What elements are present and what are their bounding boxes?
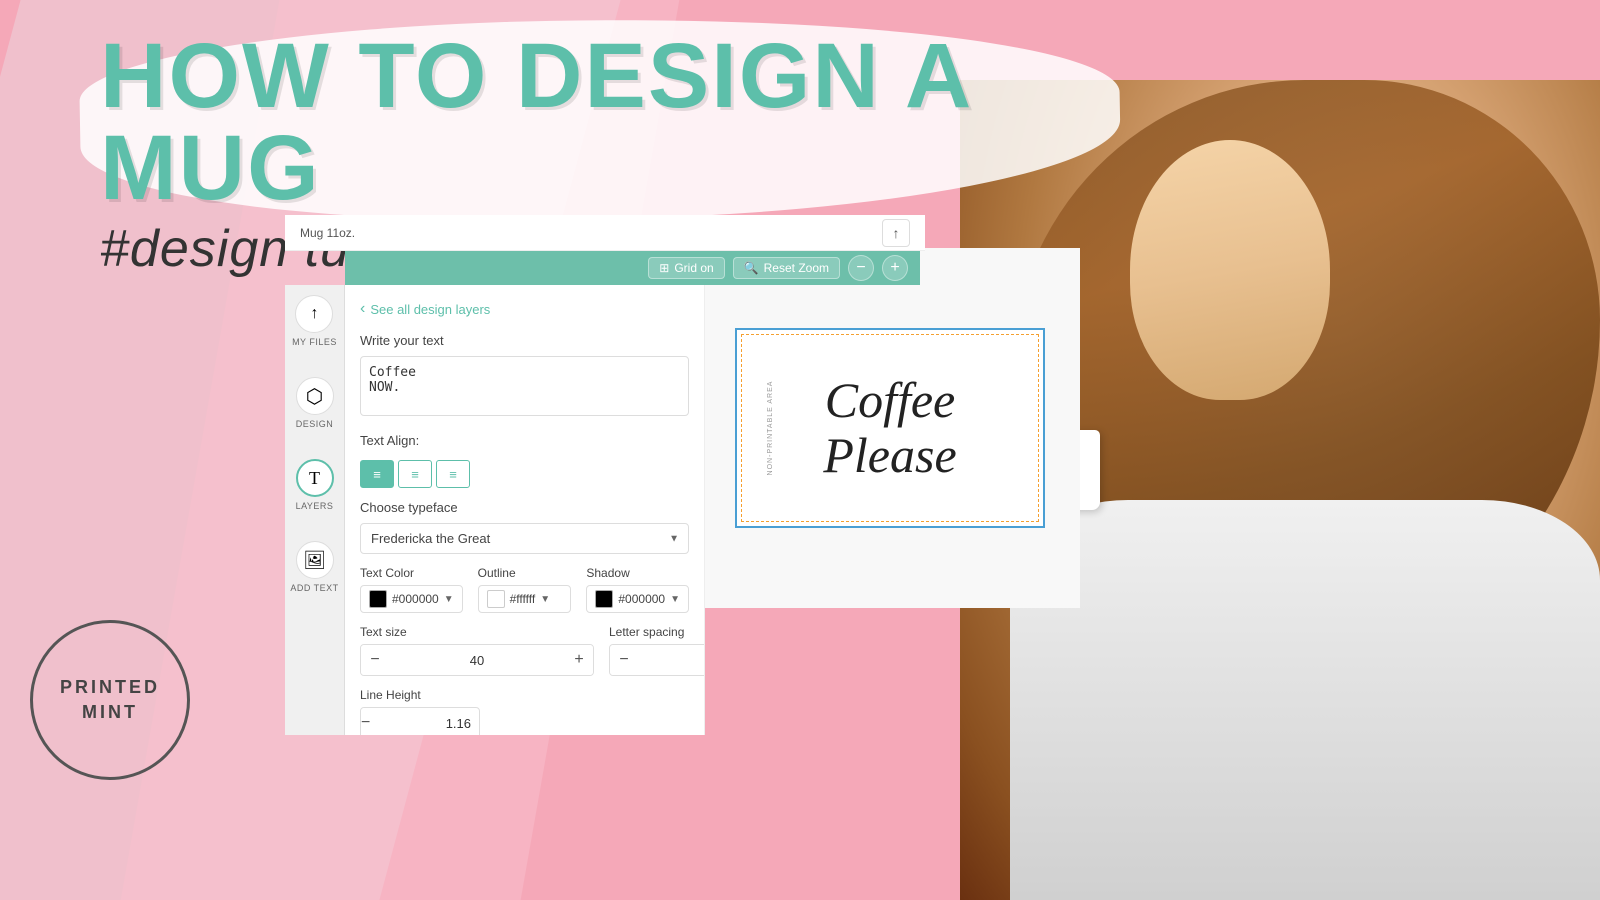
size-row: Text size − + Letter spacing − + bbox=[360, 625, 689, 676]
sidebar-section-layers[interactable]: T LAYERS bbox=[296, 459, 334, 511]
align-left-button[interactable]: ≡ bbox=[360, 460, 394, 488]
typeface-select-wrapper: Fredericka the Great bbox=[360, 523, 689, 554]
typeface-select[interactable]: Fredericka the Great bbox=[360, 523, 689, 554]
sidebar-label-addtext: ADD TEXT bbox=[290, 583, 338, 593]
face-shape bbox=[1130, 140, 1330, 400]
panel-toolbar: ⊞ Grid on 🔍 Reset Zoom − + bbox=[345, 251, 920, 285]
logo-circle: PRINTED MINT bbox=[30, 620, 190, 780]
reset-zoom-button[interactable]: 🔍 Reset Zoom bbox=[733, 257, 840, 279]
product-name: Mug 11oz. bbox=[300, 226, 355, 240]
text-size-label: Text size bbox=[360, 625, 594, 639]
line-height-decrease-button[interactable]: − bbox=[361, 708, 370, 735]
shadow-color-selector[interactable]: #000000 ▼ bbox=[586, 585, 689, 613]
align-label: Text Align: bbox=[360, 433, 689, 448]
shadow-label: Shadow bbox=[586, 566, 689, 580]
letter-spacing-stepper: − + bbox=[609, 644, 705, 676]
write-text-label: Write your text bbox=[360, 333, 689, 348]
sidebar-section-addtext[interactable]: 🖼 ADD TEXT bbox=[290, 541, 338, 593]
mug-design-container: NON-PRINTABLE AREA Coffee Please bbox=[735, 328, 1045, 528]
shadow-color-swatch bbox=[595, 590, 613, 608]
search-icon: 🔍 bbox=[744, 261, 759, 275]
outline-dropdown-icon: ▼ bbox=[540, 594, 550, 605]
grid-icon: ⊞ bbox=[659, 261, 669, 275]
jacket-shape bbox=[1010, 500, 1600, 900]
zoom-in-button[interactable]: + bbox=[882, 255, 908, 281]
outline-color-value: #ffffff bbox=[510, 592, 536, 606]
text-input[interactable]: Coffee NOW. bbox=[360, 356, 689, 416]
text-size-stepper: − + bbox=[360, 644, 594, 676]
shadow-color-value: #000000 bbox=[618, 592, 665, 606]
design-icon[interactable]: ⬡ bbox=[296, 377, 334, 415]
mug-design-box[interactable]: NON-PRINTABLE AREA Coffee Please bbox=[735, 328, 1045, 528]
back-arrow-icon: ‹ bbox=[360, 300, 365, 318]
layers-icon[interactable]: T bbox=[296, 459, 334, 497]
line-height-stepper: − + bbox=[360, 707, 480, 735]
text-size-increase-button[interactable]: + bbox=[565, 645, 593, 675]
text-color-label: Text Color bbox=[360, 566, 463, 580]
letter-spacing-input[interactable] bbox=[638, 653, 705, 668]
align-center-button[interactable]: ≡ bbox=[398, 460, 432, 488]
text-color-swatch bbox=[369, 590, 387, 608]
grid-on-button[interactable]: ⊞ Grid on bbox=[648, 257, 724, 279]
left-sidebar: ↑ MY FILES ⬡ DESIGN T LAYERS 🖼 ADD TEXT bbox=[285, 285, 345, 735]
zoom-out-button[interactable]: − bbox=[848, 255, 874, 281]
mug-text-line1: Coffee bbox=[823, 373, 956, 428]
typeface-label: Choose typeface bbox=[360, 500, 689, 515]
text-color-value: #000000 bbox=[392, 592, 439, 606]
line-height-input[interactable] bbox=[370, 716, 480, 731]
letter-spacing-decrease-button[interactable]: − bbox=[610, 645, 638, 675]
outline-color-swatch bbox=[487, 590, 505, 608]
shadow-color-group: Shadow #000000 ▼ bbox=[586, 566, 689, 613]
text-size-decrease-button[interactable]: − bbox=[361, 645, 389, 675]
add-text-icon[interactable]: 🖼 bbox=[296, 541, 334, 579]
letter-spacing-group: Letter spacing − + bbox=[609, 625, 705, 676]
text-size-input[interactable] bbox=[389, 653, 565, 668]
main-title: HOW TO DESIGN A MUG bbox=[100, 30, 1100, 214]
text-color-selector[interactable]: #000000 ▼ bbox=[360, 585, 463, 613]
mug-text-line2: Please bbox=[823, 428, 956, 483]
text-editor-panel: ‹ See all design layers Write your text … bbox=[345, 285, 705, 735]
outline-color-selector[interactable]: #ffffff ▼ bbox=[478, 585, 572, 613]
brush-stroke: HOW TO DESIGN A MUG bbox=[100, 30, 1100, 214]
non-printable-label: NON-PRINTABLE AREA bbox=[767, 381, 774, 476]
align-group: ≡ ≡ ≡ bbox=[360, 460, 689, 488]
line-height-label: Line Height bbox=[360, 688, 689, 702]
sidebar-section-design[interactable]: ⬡ DESIGN bbox=[296, 377, 334, 429]
upload-icon[interactable]: ↑ bbox=[882, 219, 910, 247]
color-row: Text Color #000000 ▼ Outline #ffffff ▼ S… bbox=[360, 566, 689, 613]
sidebar-label-design: DESIGN bbox=[296, 419, 334, 429]
text-color-group: Text Color #000000 ▼ bbox=[360, 566, 463, 613]
text-color-dropdown-icon: ▼ bbox=[444, 594, 454, 605]
outline-color-group: Outline #ffffff ▼ bbox=[478, 566, 572, 613]
panel-top-bar: Mug 11oz. ↑ bbox=[285, 215, 925, 251]
logo-text: PRINTED MINT bbox=[60, 675, 160, 725]
upload-files-icon[interactable]: ↑ bbox=[295, 295, 333, 333]
align-right-button[interactable]: ≡ bbox=[436, 460, 470, 488]
back-link[interactable]: ‹ See all design layers bbox=[360, 300, 689, 318]
sidebar-label-layers: LAYERS bbox=[296, 501, 334, 511]
text-size-group: Text size − + bbox=[360, 625, 594, 676]
sidebar-label-myfiles: MY FILES bbox=[292, 337, 337, 347]
letter-spacing-label: Letter spacing bbox=[609, 625, 705, 639]
canvas-area: NON-PRINTABLE AREA Coffee Please bbox=[700, 248, 1080, 608]
shadow-dropdown-icon: ▼ bbox=[670, 594, 680, 605]
outline-label: Outline bbox=[478, 566, 572, 580]
line-height-group: Line Height − + bbox=[360, 688, 689, 735]
mug-text: Coffee Please bbox=[823, 373, 956, 483]
sidebar-section-myfiles[interactable]: ↑ MY FILES bbox=[292, 295, 337, 347]
